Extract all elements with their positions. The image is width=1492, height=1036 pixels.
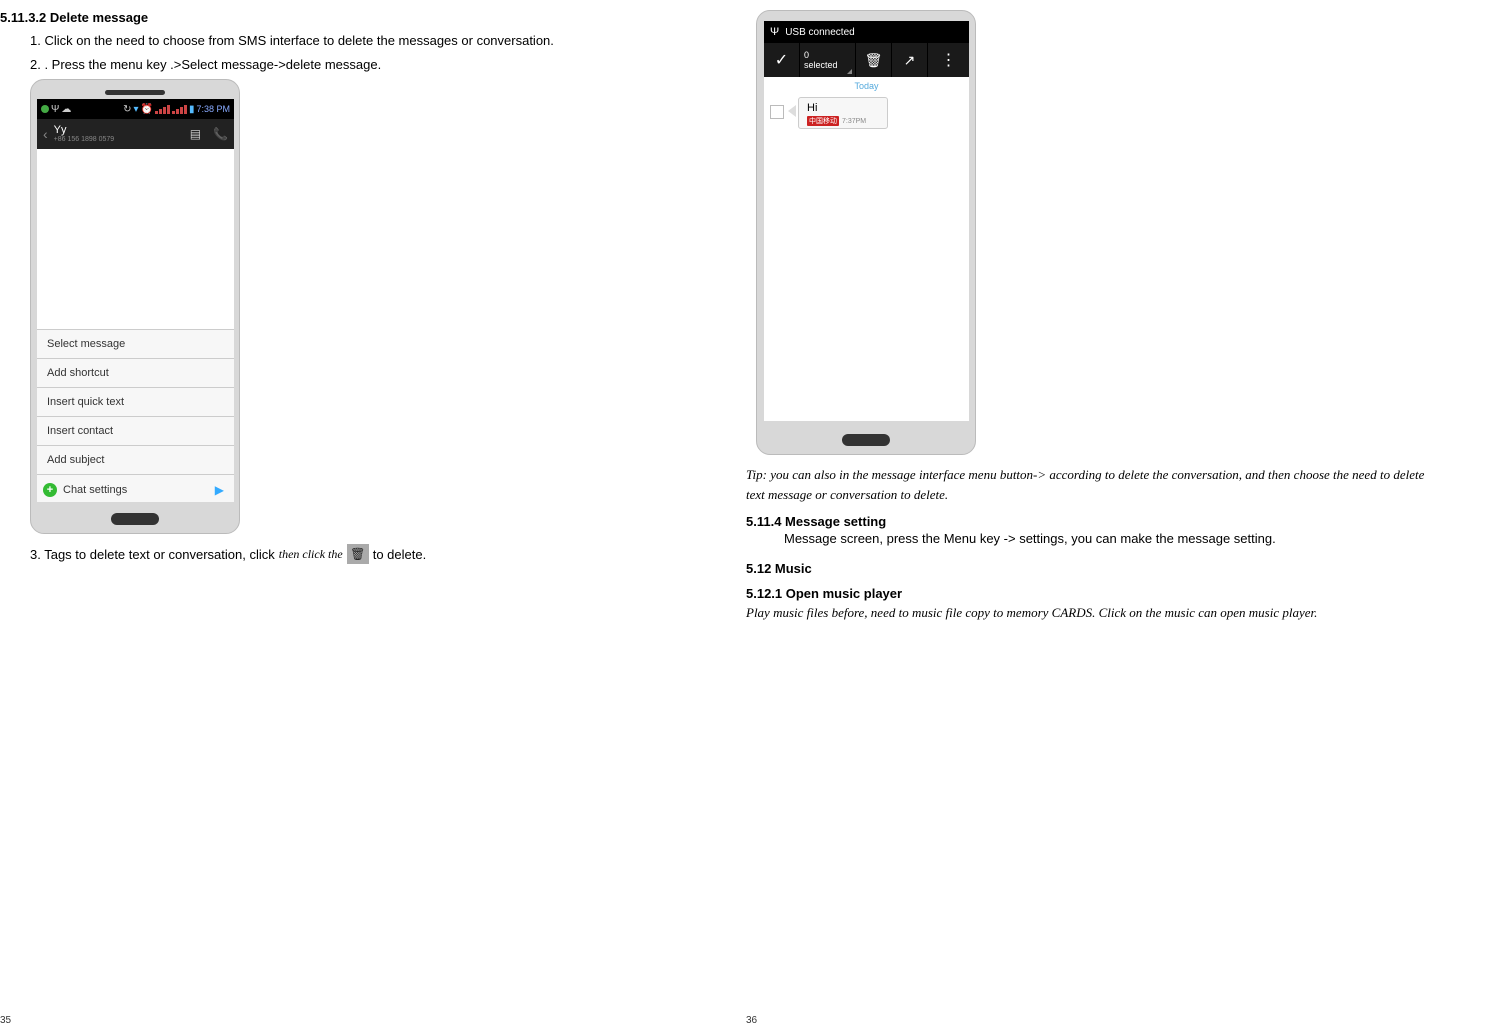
phone1-screen: Ψ ☁ ↻ ▾ ⏰ ▮ 7:38 PM ‹ — [37, 99, 234, 502]
message-time: 7:37PM — [842, 118, 866, 125]
dropdown-triangle-icon — [847, 69, 852, 74]
step3-then-click: then click the — [279, 547, 343, 562]
contact-name: Yy — [54, 124, 67, 136]
chat-body-area — [37, 149, 234, 329]
step-1-text: 1. Click on the need to choose from SMS … — [0, 31, 560, 51]
home-button[interactable] — [111, 513, 159, 525]
usb-icon: Ψ — [770, 26, 779, 38]
message-meta: 中国移动 7:37PM — [807, 116, 879, 126]
contact-card-icon[interactable]: ▤ — [190, 127, 201, 141]
phone-screenshot-1: Ψ ☁ ↻ ▾ ⏰ ▮ 7:38 PM ‹ — [30, 79, 240, 534]
contact-number: +86 156 1898 0579 — [54, 136, 178, 144]
body-5-12-1: Play music files before, need to music f… — [746, 603, 1446, 623]
status-bar: Ψ ☁ ↻ ▾ ⏰ ▮ 7:38 PM — [37, 99, 234, 119]
step3-part1: 3. Tags to delete text or conversation, … — [30, 547, 275, 562]
bubble-tail-icon — [788, 105, 796, 117]
signal-icon-2 — [172, 105, 187, 114]
usb-icon: Ψ — [51, 104, 59, 115]
selection-action-bar: ✓ 0 selected 🗑 ↗ ⋮ — [764, 43, 969, 77]
menu-label: Chat settings — [63, 484, 127, 496]
menu-label: Insert quick text — [47, 396, 124, 408]
usb-connected-label: USB connected — [785, 27, 855, 38]
share-icon[interactable]: ↗ — [892, 43, 928, 77]
selected-label: selected — [804, 61, 838, 70]
menu-insert-quick-text[interactable]: Insert quick text — [37, 387, 234, 417]
plus-icon: + — [43, 483, 57, 497]
heading-5-12-1: 5.12.1 Open music player — [746, 586, 1446, 601]
step-2-text: 2. . Press the menu key .>Select message… — [0, 55, 560, 75]
done-check-icon[interactable]: ✓ — [764, 43, 800, 77]
chevron-right-icon: ▶ — [215, 483, 224, 497]
sync-icon: ↻ — [123, 104, 131, 115]
menu-label: Add subject — [47, 454, 104, 466]
cloud-icon: ☁ — [61, 104, 71, 115]
call-icon[interactable]: 📞 — [213, 127, 228, 141]
date-label: Today — [764, 77, 969, 95]
delete-icon[interactable]: 🗑 — [856, 43, 892, 77]
selected-count[interactable]: 0 selected — [800, 43, 856, 77]
menu-label: Select message — [47, 338, 125, 350]
phone-screenshot-2: Ψ USB connected ✓ 0 selected 🗑 ↗ ⋮ Today — [756, 10, 976, 455]
body-5-11-4: Message screen, press the Menu key -> se… — [746, 529, 1446, 549]
menu-label: Add shortcut — [47, 367, 109, 379]
menu-add-shortcut[interactable]: Add shortcut — [37, 358, 234, 388]
wifi-icon: ▾ — [133, 104, 138, 115]
contact-name-block: Yy +86 156 1898 0579 — [54, 124, 178, 144]
page-36: Ψ USB connected ✓ 0 selected 🗑 ↗ ⋮ Today — [746, 0, 1492, 1036]
trash-icon: 🗑 — [347, 544, 369, 564]
step3-part3: to delete. — [373, 547, 427, 562]
status-dot-icon — [41, 105, 49, 113]
page-number-left: 35 — [0, 1015, 11, 1026]
menu-label: Insert contact — [47, 425, 113, 437]
phone-speaker — [105, 90, 165, 95]
alarm-icon: ⏰ — [141, 104, 153, 115]
heading-5-11-4: 5.11.4 Message setting — [746, 514, 1446, 529]
chat-header: ‹ Yy +86 156 1898 0579 ▤ 📞 — [37, 119, 234, 149]
status-bar-2: Ψ USB connected — [764, 21, 969, 43]
menu-insert-contact[interactable]: Insert contact — [37, 416, 234, 446]
page-number-right: 36 — [746, 1015, 757, 1026]
signal-icon-1 — [155, 105, 170, 114]
heading-delete-message: 5.11.3.2 Delete message — [0, 10, 560, 25]
message-row: Hi 中国移动 7:37PM — [764, 95, 969, 131]
status-time: 7:38 PM — [196, 104, 230, 114]
heading-5-12: 5.12 Music — [746, 561, 1446, 576]
page-35: 5.11.3.2 Delete message 1. Click on the … — [0, 0, 746, 1036]
overflow-menu-icon[interactable]: ⋮ — [928, 43, 969, 77]
context-menu: Select message Add shortcut Insert quick… — [37, 329, 234, 502]
message-text: Hi — [807, 102, 879, 114]
carrier-tag: 中国移动 — [807, 116, 839, 126]
home-button[interactable] — [842, 434, 890, 446]
menu-add-subject[interactable]: Add subject — [37, 445, 234, 475]
selected-num: 0 — [804, 51, 809, 60]
menu-select-message[interactable]: Select message — [37, 329, 234, 359]
step-3-text: 3. Tags to delete text or conversation, … — [0, 544, 560, 564]
phone2-screen: Ψ USB connected ✓ 0 selected 🗑 ↗ ⋮ Today — [764, 21, 969, 421]
back-icon[interactable]: ‹ — [43, 126, 48, 142]
battery-icon: ▮ — [189, 104, 195, 115]
message-bubble[interactable]: Hi 中国移动 7:37PM — [798, 97, 888, 129]
tip-paragraph: Tip: you can also in the message interfa… — [746, 465, 1446, 504]
message-checkbox[interactable] — [770, 105, 784, 119]
menu-chat-settings[interactable]: + Chat settings ▶ — [37, 474, 234, 502]
